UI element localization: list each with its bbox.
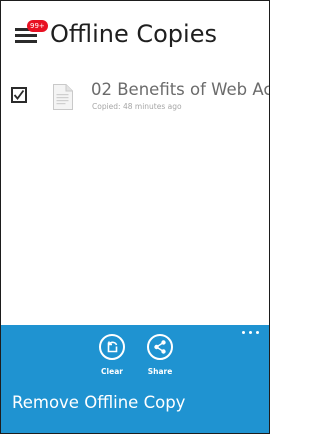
clear-button[interactable]: Clear — [92, 333, 132, 385]
ellipsis-icon[interactable] — [241, 329, 261, 337]
document-icon — [53, 84, 73, 110]
clear-label: Clear — [101, 367, 123, 376]
notification-badge: 99+ — [27, 20, 48, 32]
remove-offline-copy-button[interactable]: Remove Offline Copy — [12, 393, 185, 413]
menu-line — [15, 34, 37, 37]
clear-icon — [107, 341, 118, 353]
list-item[interactable]: 02 Benefits of Web Acc Copied: 48 minute… — [1, 73, 269, 123]
ellipsis-dot — [256, 331, 259, 334]
app-window: 99+ Offline Copies 02 Benefits of Web Ac… — [0, 0, 270, 434]
ellipsis-dot — [249, 331, 252, 334]
menu-line — [15, 40, 37, 43]
app-bar: Clear Share Remove Offline Copy — [1, 325, 269, 433]
share-icon — [154, 340, 166, 354]
share-label: Share — [147, 367, 173, 376]
share-button[interactable]: Share — [140, 333, 180, 385]
checkmark-icon — [13, 89, 25, 100]
page-title: Offline Copies — [50, 20, 217, 48]
clear-icon-ring — [99, 334, 125, 360]
item-subtitle: Copied: 48 minutes ago — [92, 102, 182, 111]
share-icon-ring — [147, 334, 173, 360]
item-checkbox[interactable] — [11, 87, 27, 103]
ellipsis-dot — [242, 331, 245, 334]
item-title: 02 Benefits of Web Acc — [91, 80, 270, 99]
